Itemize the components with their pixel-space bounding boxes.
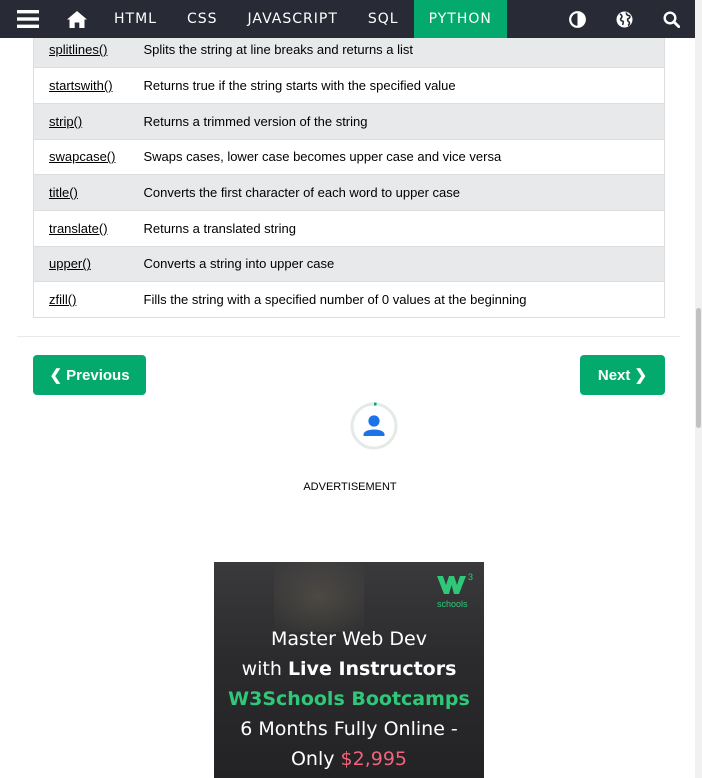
top-navigation-bar: HTML CSS JAVASCRIPT SQL PYTHON [0, 0, 695, 38]
ad-line-5-prefix: Only [290, 748, 341, 770]
ad-background-photo [274, 562, 364, 632]
method-link-zfill[interactable]: zfill() [49, 292, 76, 307]
method-cell: title() [33, 174, 144, 211]
ad-line-2: with Live Instructors [214, 654, 484, 684]
page-scrollbar[interactable] [695, 0, 702, 778]
method-cell: upper() [33, 246, 144, 283]
nav-link-python[interactable]: PYTHON [413, 0, 507, 38]
table-row: swapcase() Swaps cases, lower case becom… [33, 139, 665, 176]
nav-link-sql[interactable]: SQL [353, 0, 414, 38]
previous-button[interactable]: ❮ Previous [33, 355, 146, 395]
nav-link-css[interactable]: CSS [172, 0, 233, 38]
method-description: Returns a trimmed version of the string [143, 103, 665, 140]
ad-line-2-prefix: with [241, 658, 288, 680]
table-row: strip() Returns a trimmed version of the… [33, 103, 665, 140]
table-row: translate() Returns a translated string [33, 210, 665, 247]
section-divider [17, 336, 680, 337]
method-description: Converts the first character of each wor… [143, 174, 665, 211]
table-row: title() Converts the first character of … [33, 174, 665, 211]
method-cell: translate() [33, 210, 144, 247]
menu-icon[interactable] [0, 0, 55, 38]
method-cell: swapcase() [33, 139, 144, 176]
method-link-translate[interactable]: translate() [49, 221, 108, 236]
bootcamp-advertisement[interactable]: 3 schools Master Web Dev with Live Instr… [214, 562, 484, 778]
method-description: Converts a string into upper case [143, 246, 665, 283]
ad-line-2-bold: Live Instructors [287, 658, 457, 680]
ad-line-4: 6 Months Fully Online - [240, 718, 458, 740]
method-link-splitlines[interactable]: splitlines() [49, 42, 108, 57]
table-row: zfill() Fills the string with a specifie… [33, 281, 665, 318]
ad-headline: Master Web Dev with Live Instructors W3S… [214, 624, 484, 774]
ad-line-1: Master Web Dev [271, 628, 427, 650]
table-row: upper() Converts a string into upper cas… [33, 246, 665, 283]
search-icon[interactable] [648, 0, 695, 38]
method-cell: strip() [33, 103, 144, 140]
method-description: Returns true if the string starts with t… [143, 67, 665, 104]
advertisement-label: ADVERTISEMENT [303, 481, 397, 493]
nav-link-javascript[interactable]: JAVASCRIPT [233, 0, 353, 38]
method-link-swapcase[interactable]: swapcase() [49, 149, 115, 164]
logo-wordmark: schools [437, 599, 468, 609]
method-description: Returns a translated string [143, 210, 665, 247]
method-cell: zfill() [33, 281, 144, 318]
contrast-icon[interactable] [554, 0, 601, 38]
globe-icon[interactable] [601, 0, 648, 38]
method-description: Swaps cases, lower case becomes upper ca… [143, 139, 665, 176]
next-button[interactable]: Next ❯ [580, 355, 665, 395]
string-methods-table: splitlines() Splits the string at line b… [33, 32, 665, 318]
method-description: Fills the string with a specified number… [143, 281, 665, 318]
nav-link-html[interactable]: HTML [99, 0, 172, 38]
w3schools-logo: 3 schools [434, 570, 476, 610]
method-link-startswith[interactable]: startswith() [49, 78, 113, 93]
method-cell: startswith() [33, 67, 144, 104]
method-link-strip[interactable]: strip() [49, 114, 82, 129]
ad-line-5: Only $2,995 [214, 744, 484, 774]
method-link-upper[interactable]: upper() [49, 256, 91, 271]
home-icon[interactable] [55, 0, 99, 38]
logo-superscript: 3 [468, 572, 473, 582]
nav-right-tools [554, 0, 695, 38]
scrollbar-thumb[interactable] [696, 308, 701, 428]
user-avatar-icon[interactable] [350, 402, 398, 450]
ad-price: $2,995 [340, 748, 408, 770]
table-row: startswith() Returns true if the string … [33, 67, 665, 104]
method-link-title[interactable]: title() [49, 185, 78, 200]
ad-line-3: W3Schools Bootcamps [228, 688, 470, 710]
